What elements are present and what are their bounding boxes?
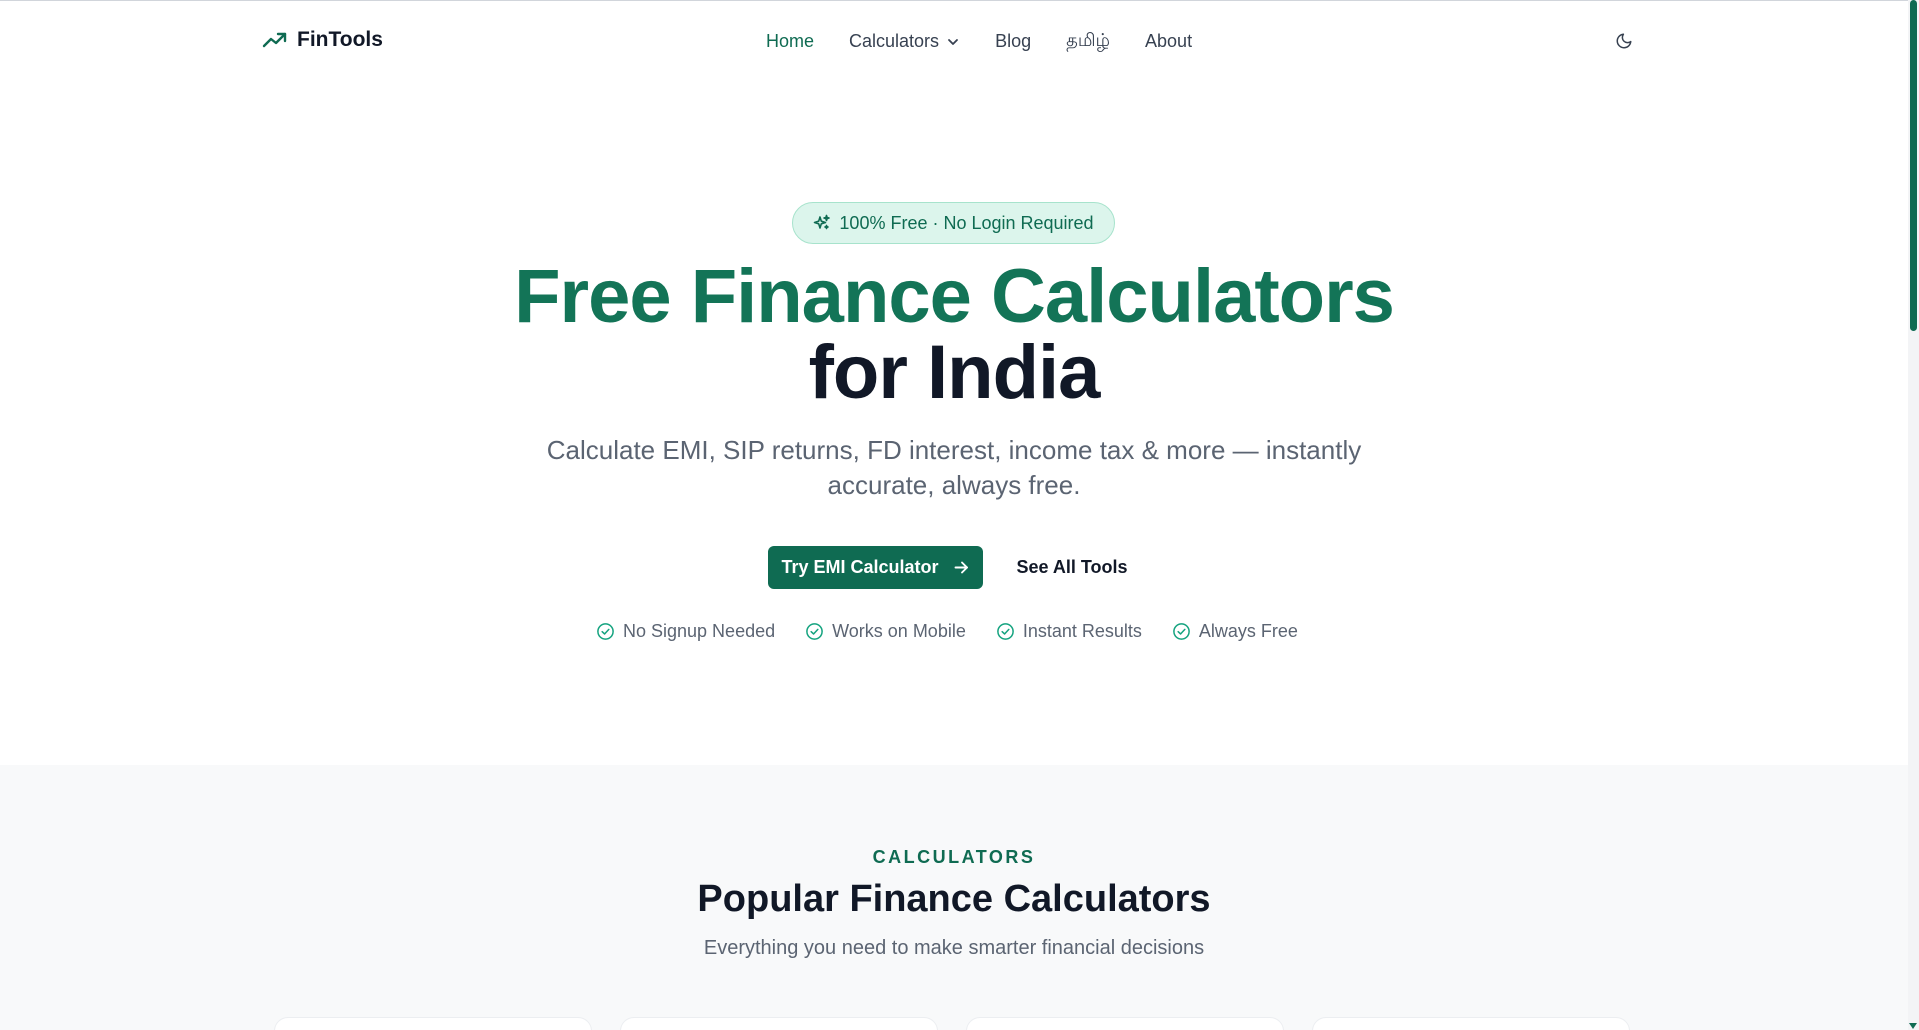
- trending-up-icon: [262, 32, 287, 48]
- check-circle-icon: [806, 623, 823, 640]
- logo-text: FinTools: [297, 28, 383, 51]
- section-eyebrow: CALCULATORS: [872, 847, 1036, 867]
- calculator-card[interactable]: [274, 1017, 592, 1030]
- section-title: Popular Finance Calculators: [697, 878, 1211, 920]
- calculator-card[interactable]: [966, 1017, 1284, 1030]
- feature-label: Instant Results: [1022, 621, 1142, 641]
- nav-link-home[interactable]: Home: [766, 31, 814, 52]
- hero-subtitle: Calculate EMI, SIP returns, FD interest,…: [546, 435, 1362, 500]
- hero-title: Free Finance Calculators for India: [0, 259, 1908, 411]
- feature-item: Works on Mobile: [805, 621, 966, 642]
- nav-link-calculators[interactable]: Calculators: [849, 31, 960, 52]
- arrow-right-icon: [954, 561, 968, 574]
- hero-title-line1: Free Finance Calculators: [514, 254, 1395, 339]
- section-subtitle: Everything you need to make smarter fina…: [703, 937, 1205, 959]
- nav-link-calculators-label: Calculators: [849, 31, 940, 51]
- feature-item: Always Free: [1172, 621, 1298, 642]
- nav-link-blog[interactable]: Blog: [995, 31, 1031, 52]
- cta-row: Try EMI Calculator See All Tools: [0, 546, 1908, 590]
- check-circle-icon: [1173, 623, 1190, 640]
- feature-item: Instant Results: [996, 621, 1142, 642]
- theme-toggle-button[interactable]: [1612, 29, 1636, 53]
- feature-item: No Signup Needed: [596, 621, 775, 642]
- try-emi-calculator-button[interactable]: Try EMI Calculator: [768, 546, 983, 589]
- page: FinTools Home Calculators Blog தமிழ் Abo…: [0, 1, 1908, 1030]
- see-all-tools-button[interactable]: See All Tools: [1006, 546, 1138, 589]
- check-circle-icon: [597, 623, 614, 640]
- scrollbar-thumb[interactable]: [1910, 0, 1917, 331]
- navbar: FinTools Home Calculators Blog தமிழ் Abo…: [0, 1, 1908, 81]
- hero-title-line2: for India: [808, 330, 1101, 415]
- check-circle-icon: [996, 623, 1014, 640]
- main-nav: Home Calculators Blog தமிழ் About: [766, 30, 1192, 53]
- chevron-down-icon: [948, 38, 958, 45]
- free-badge: 100% Free · No Login Required: [792, 202, 1115, 244]
- nav-link-tamil[interactable]: தமிழ்: [1066, 30, 1110, 53]
- moon-icon: [1616, 33, 1632, 49]
- try-emi-calculator-label: Try EMI Calculator: [781, 557, 939, 577]
- free-badge-text: 100% Free · No Login Required: [839, 212, 1094, 233]
- scroll-down-arrow-icon[interactable]: [1909, 1023, 1917, 1029]
- vertical-scrollbar[interactable]: [1908, 0, 1919, 1030]
- feature-label: Works on Mobile: [832, 621, 966, 641]
- calculator-card[interactable]: [620, 1017, 938, 1030]
- feature-label: Always Free: [1198, 621, 1298, 641]
- hero-section: 100% Free · No Login Required Free Finan…: [0, 81, 1908, 765]
- calculator-cards: [274, 1017, 1630, 1030]
- nav-link-about[interactable]: About: [1145, 31, 1192, 52]
- logo-link[interactable]: FinTools: [262, 28, 383, 52]
- calculators-section: CALCULATORS Popular Finance Calculators …: [0, 765, 1908, 1030]
- feature-list: No Signup Needed Works on Mobile Instant…: [596, 621, 1298, 642]
- feature-label: No Signup Needed: [623, 621, 776, 641]
- sparkles-icon: [814, 214, 831, 230]
- calculator-card[interactable]: [1312, 1017, 1630, 1030]
